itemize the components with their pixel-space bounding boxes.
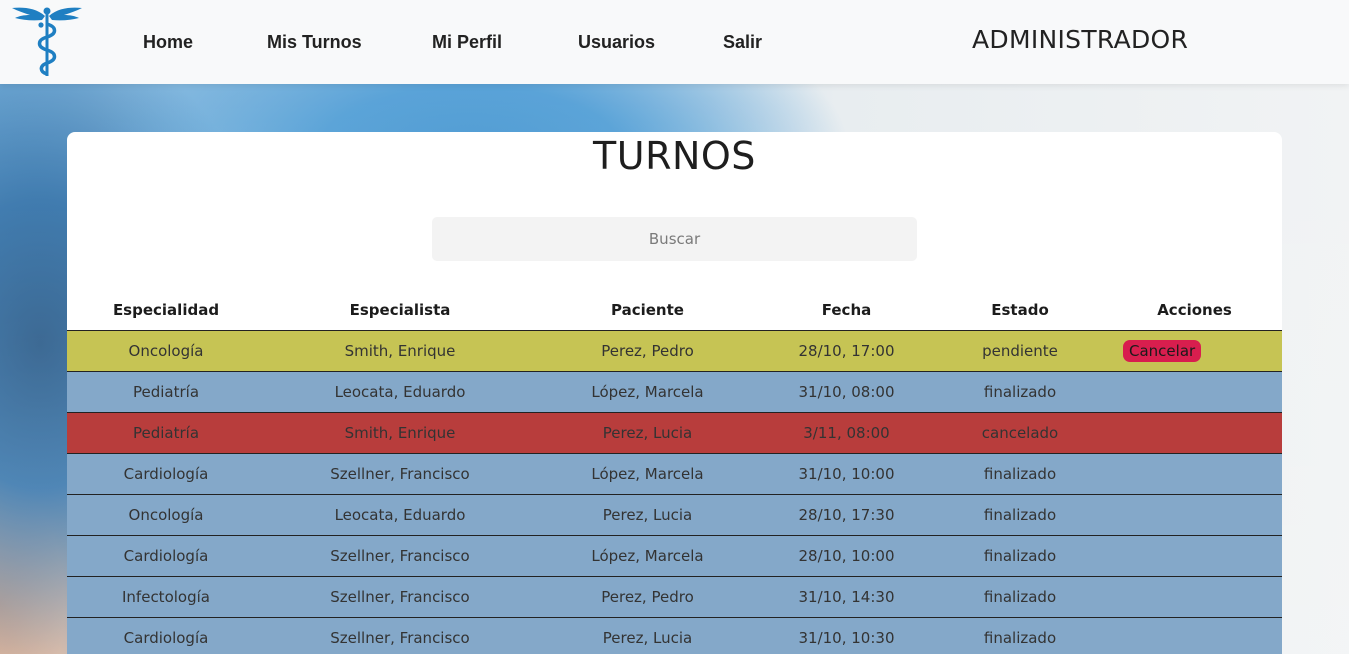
turnos-table: Especialidad Especialista Paciente Fecha… bbox=[67, 290, 1282, 654]
cell-fecha: 31/10, 10:00 bbox=[760, 453, 933, 495]
search-input[interactable] bbox=[432, 217, 917, 261]
nav-salir[interactable]: Salir bbox=[723, 32, 762, 56]
table-row[interactable]: Cardiología Szellner, Francisco López, Mar… bbox=[67, 535, 1282, 577]
cell-estado: finalizado bbox=[933, 453, 1107, 495]
cell-especialidad: Pediatría bbox=[67, 412, 265, 454]
user-role: ADMINISTRADOR bbox=[972, 25, 1189, 54]
table-row[interactable]: Oncología Leocata, Eduardo Perez, Lucia 28/… bbox=[67, 494, 1282, 536]
cell-paciente: López, Marcela bbox=[535, 371, 760, 413]
cell-fecha: 28/10, 17:30 bbox=[760, 494, 933, 536]
table-row[interactable]: Pediatría Leocata, Eduardo López, Marcela 3… bbox=[67, 371, 1282, 413]
cell-especialidad: Cardiología bbox=[67, 453, 265, 495]
cancel-button[interactable]: Cancelar bbox=[1123, 339, 1202, 362]
cell-acciones bbox=[1107, 371, 1282, 413]
column-header-acciones: Acciones bbox=[1107, 290, 1282, 331]
table-row[interactable]: Cardiología Szellner, Francisco López, Mar… bbox=[67, 453, 1282, 495]
cell-paciente: López, Marcela bbox=[535, 535, 760, 577]
cell-paciente: Perez, Lucia bbox=[535, 617, 760, 654]
cell-especialista: Leocata, Eduardo bbox=[265, 371, 535, 413]
table-header-row: Especialidad Especialista Paciente Fecha… bbox=[67, 290, 1282, 331]
table-row[interactable]: Oncología Smith, Enrique Perez, Pedro 28/10… bbox=[67, 330, 1282, 372]
caduceus-icon[interactable] bbox=[10, 4, 84, 78]
cell-estado: finalizado bbox=[933, 535, 1107, 577]
cell-estado: pendiente bbox=[933, 330, 1107, 372]
cell-especialidad: Oncología bbox=[67, 330, 265, 372]
cell-fecha: 3/11, 08:00 bbox=[760, 412, 933, 454]
cell-paciente: Perez, Pedro bbox=[535, 330, 760, 372]
cell-acciones bbox=[1107, 412, 1282, 454]
cell-fecha: 28/10, 17:00 bbox=[760, 330, 933, 372]
column-header-fecha[interactable]: Fecha bbox=[760, 290, 933, 331]
column-header-especialidad[interactable]: Especialidad bbox=[67, 290, 265, 331]
cell-especialista: Szellner, Francisco bbox=[265, 576, 535, 618]
cell-acciones bbox=[1107, 535, 1282, 577]
cell-fecha: 28/10, 10:00 bbox=[760, 535, 933, 577]
column-header-paciente[interactable]: Paciente bbox=[535, 290, 760, 331]
cell-especialista: Szellner, Francisco bbox=[265, 617, 535, 654]
navbar: Home Mis Turnos Mi Perfil Usuarios Salir… bbox=[0, 0, 1349, 84]
cell-paciente: Perez, Lucia bbox=[535, 412, 760, 454]
nav-usuarios[interactable]: Usuarios bbox=[578, 32, 655, 56]
table-row[interactable]: Pediatría Smith, Enrique Perez, Lucia 3/11,… bbox=[67, 412, 1282, 454]
cell-especialidad: Pediatría bbox=[67, 371, 265, 413]
cell-estado: finalizado bbox=[933, 576, 1107, 618]
cell-estado: finalizado bbox=[933, 617, 1107, 654]
column-header-especialista[interactable]: Especialista bbox=[265, 290, 535, 331]
cell-acciones bbox=[1107, 617, 1282, 654]
cell-especialista: Szellner, Francisco bbox=[265, 453, 535, 495]
cell-acciones bbox=[1107, 576, 1282, 618]
cell-acciones bbox=[1107, 453, 1282, 495]
turnos-card: TURNOS Especialidad Especialista Pacient… bbox=[67, 132, 1282, 654]
cell-especialista: Szellner, Francisco bbox=[265, 535, 535, 577]
nav-mis-turnos[interactable]: Mis Turnos bbox=[267, 32, 362, 56]
cell-estado: finalizado bbox=[933, 494, 1107, 536]
table-row[interactable]: Cardiología Szellner, Francisco Perez, Luc… bbox=[67, 617, 1282, 654]
page-title: TURNOS bbox=[593, 134, 756, 178]
cell-fecha: 31/10, 10:30 bbox=[760, 617, 933, 654]
cell-especialista: Smith, Enrique bbox=[265, 330, 535, 372]
cell-fecha: 31/10, 14:30 bbox=[760, 576, 933, 618]
cell-especialidad: Infectología bbox=[67, 576, 265, 618]
cell-especialidad: Cardiología bbox=[67, 535, 265, 577]
cell-especialidad: Oncología bbox=[67, 494, 265, 536]
cell-acciones: Cancelar bbox=[1107, 330, 1282, 372]
table-row[interactable]: Infectología Szellner, Francisco Perez, Pe… bbox=[67, 576, 1282, 618]
cell-fecha: 31/10, 08:00 bbox=[760, 371, 933, 413]
cell-acciones bbox=[1107, 494, 1282, 536]
nav-home[interactable]: Home bbox=[143, 32, 193, 56]
cell-paciente: Perez, Lucia bbox=[535, 494, 760, 536]
cell-especialidad: Cardiología bbox=[67, 617, 265, 654]
nav-mi-perfil[interactable]: Mi Perfil bbox=[432, 32, 502, 56]
cell-paciente: Perez, Pedro bbox=[535, 576, 760, 618]
column-header-estado[interactable]: Estado bbox=[933, 290, 1107, 331]
cell-paciente: López, Marcela bbox=[535, 453, 760, 495]
cell-especialista: Leocata, Eduardo bbox=[265, 494, 535, 536]
cell-estado: finalizado bbox=[933, 371, 1107, 413]
cell-estado: cancelado bbox=[933, 412, 1107, 454]
cell-especialista: Smith, Enrique bbox=[265, 412, 535, 454]
